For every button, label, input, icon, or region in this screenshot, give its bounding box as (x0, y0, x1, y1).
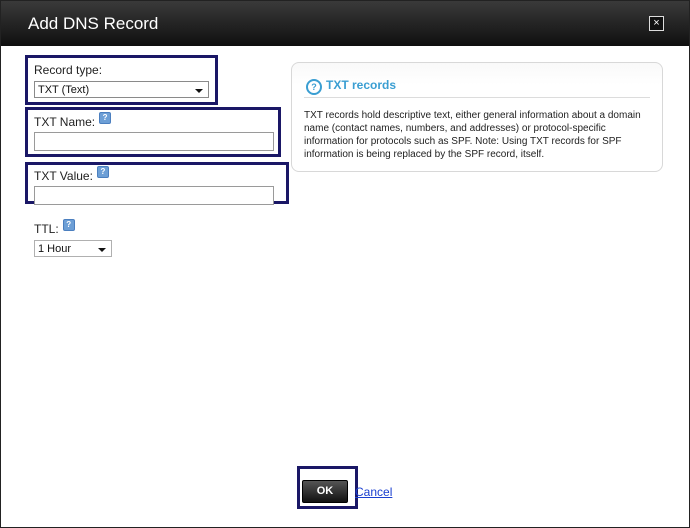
txt-value-label-text: TXT Value: (34, 169, 93, 183)
txt-value-label: TXT Value:? (34, 166, 109, 183)
ttl-select[interactable]: 1 Hour (34, 240, 112, 257)
info-panel-divider (304, 97, 650, 98)
ttl-label: TTL:? (34, 219, 75, 236)
record-type-value: TXT (Text) (38, 84, 90, 96)
txt-value-input[interactable] (34, 186, 274, 205)
info-panel-text: TXT records hold descriptive text, eithe… (304, 110, 641, 160)
txt-name-label: TXT Name:? (34, 112, 112, 129)
ok-button[interactable]: OK (302, 480, 348, 503)
dialog-title: Add DNS Record (28, 14, 159, 33)
cancel-link[interactable]: Cancel (355, 485, 392, 499)
record-type-select[interactable]: TXT (Text) (34, 81, 209, 98)
help-icon[interactable]: ? (62, 219, 75, 231)
close-icon: × (653, 17, 660, 29)
add-dns-record-dialog: Add DNS Record × Record type: TXT (Text)… (0, 0, 690, 528)
txt-name-input[interactable] (34, 132, 274, 151)
ttl-value: 1 Hour (38, 243, 72, 255)
info-panel-title: TXT records (326, 78, 397, 92)
chevron-down-icon (195, 89, 203, 93)
txt-name-label-text: TXT Name: (34, 115, 96, 129)
chevron-down-icon (98, 248, 106, 252)
help-icon[interactable]: ? (96, 166, 109, 178)
txt-records-info-panel: ? TXT records TXT records hold descripti… (291, 62, 663, 172)
dialog-titlebar: Add DNS Record × (1, 1, 689, 46)
close-button[interactable]: × (649, 16, 664, 31)
ttl-label-text: TTL: (34, 222, 59, 236)
help-circle-icon: ? (306, 79, 322, 95)
record-type-label: Record type: (34, 63, 103, 77)
help-icon[interactable]: ? (99, 112, 112, 124)
